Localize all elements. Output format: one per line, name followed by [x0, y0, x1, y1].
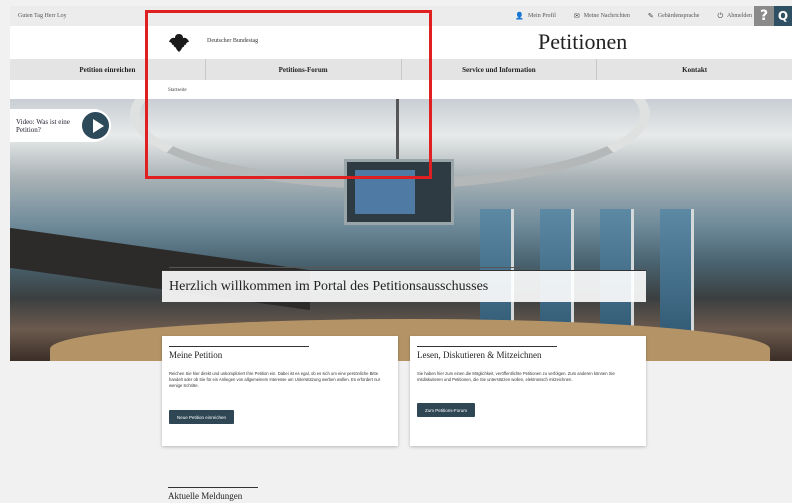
federal-eagle-icon[interactable] — [168, 33, 190, 53]
welcome-banner: Herzlich willkommen im Portal des Petiti… — [162, 267, 646, 302]
my-messages-link[interactable]: ✉ Meine Nachrichten — [574, 12, 630, 20]
notepad-icon: ✎ — [647, 12, 654, 20]
nav-petition-forum[interactable]: Petitions-Forum — [206, 59, 402, 80]
new-petition-button[interactable]: Neue Petition einreichen — [169, 410, 235, 424]
video-label: Video: Was ist eine Petition? — [16, 118, 70, 134]
user-icon: 👤 — [515, 12, 525, 20]
envelope-icon: ✉ — [573, 12, 580, 20]
sign-language-label: Gebärdensprache — [657, 13, 700, 19]
screen-pole — [396, 99, 399, 159]
play-icon[interactable] — [80, 110, 111, 141]
card-text: Reichen Sie hier direkt und unkomplizier… — [169, 371, 381, 388]
utility-links: 👤 Mein Profil ✉ Meine Nachrichten ✎ Gebä… — [515, 6, 752, 26]
hero-image-plenary-hall — [10, 99, 792, 361]
org-name[interactable]: Deutscher Bundestag — [207, 38, 258, 44]
nav-petition-submit[interactable]: Petition einreichen — [10, 59, 206, 80]
logout-label: Abmelden — [727, 13, 752, 19]
hall-monitor — [344, 159, 454, 225]
portal-title: Petitionen — [538, 29, 628, 54]
breadcrumb-bar: Startseite — [10, 80, 792, 99]
news-section-title: Aktuelle Meldungen — [168, 491, 243, 501]
logout-icon: ⏻ — [717, 11, 723, 20]
site-header: Deutscher Bundestag Petitionen — [10, 26, 792, 59]
breadcrumb-home[interactable]: Startseite — [168, 88, 187, 93]
card-title: Meine Petition — [169, 350, 223, 360]
card-rule — [169, 346, 309, 347]
petition-forum-button[interactable]: Zum Petitions-Forum — [417, 403, 476, 417]
top-utility-bar: Guten Tag Herr Loy 👤 Mein Profil ✉ Meine… — [10, 6, 792, 26]
my-profile-label: Mein Profil — [528, 13, 556, 19]
sign-language-link[interactable]: ✎ Gebärdensprache — [648, 12, 700, 20]
search-button[interactable]: Q — [774, 6, 792, 26]
nav-service-info[interactable]: Service und Information — [402, 59, 598, 80]
my-profile-link[interactable]: 👤 Mein Profil — [515, 12, 556, 20]
help-button[interactable]: ? — [754, 6, 774, 26]
welcome-rule — [169, 267, 521, 268]
welcome-heading: Herzlich willkommen im Portal des Petiti… — [169, 279, 489, 294]
my-petition-card: Meine Petition Reichen Sie hier direkt u… — [162, 336, 398, 446]
user-greeting: Guten Tag Herr Loy — [18, 13, 67, 19]
video-teaser[interactable]: Video: Was ist eine Petition? — [10, 109, 111, 142]
forum-card: Lesen, Diskutieren & Mitzeichnen Sie hab… — [410, 336, 646, 446]
news-rule — [168, 487, 258, 488]
card-title: Lesen, Diskutieren & Mitzeichnen — [417, 350, 542, 360]
main-navigation: Petition einreichen Petitions-Forum Serv… — [10, 59, 792, 80]
card-rule — [417, 346, 557, 347]
logout-link[interactable]: ⏻ Abmelden — [717, 12, 752, 21]
card-text: Sie haben hier zum einen die Möglichkeit… — [417, 371, 615, 382]
nav-contact[interactable]: Kontakt — [597, 59, 792, 80]
my-messages-label: Meine Nachrichten — [583, 13, 630, 19]
